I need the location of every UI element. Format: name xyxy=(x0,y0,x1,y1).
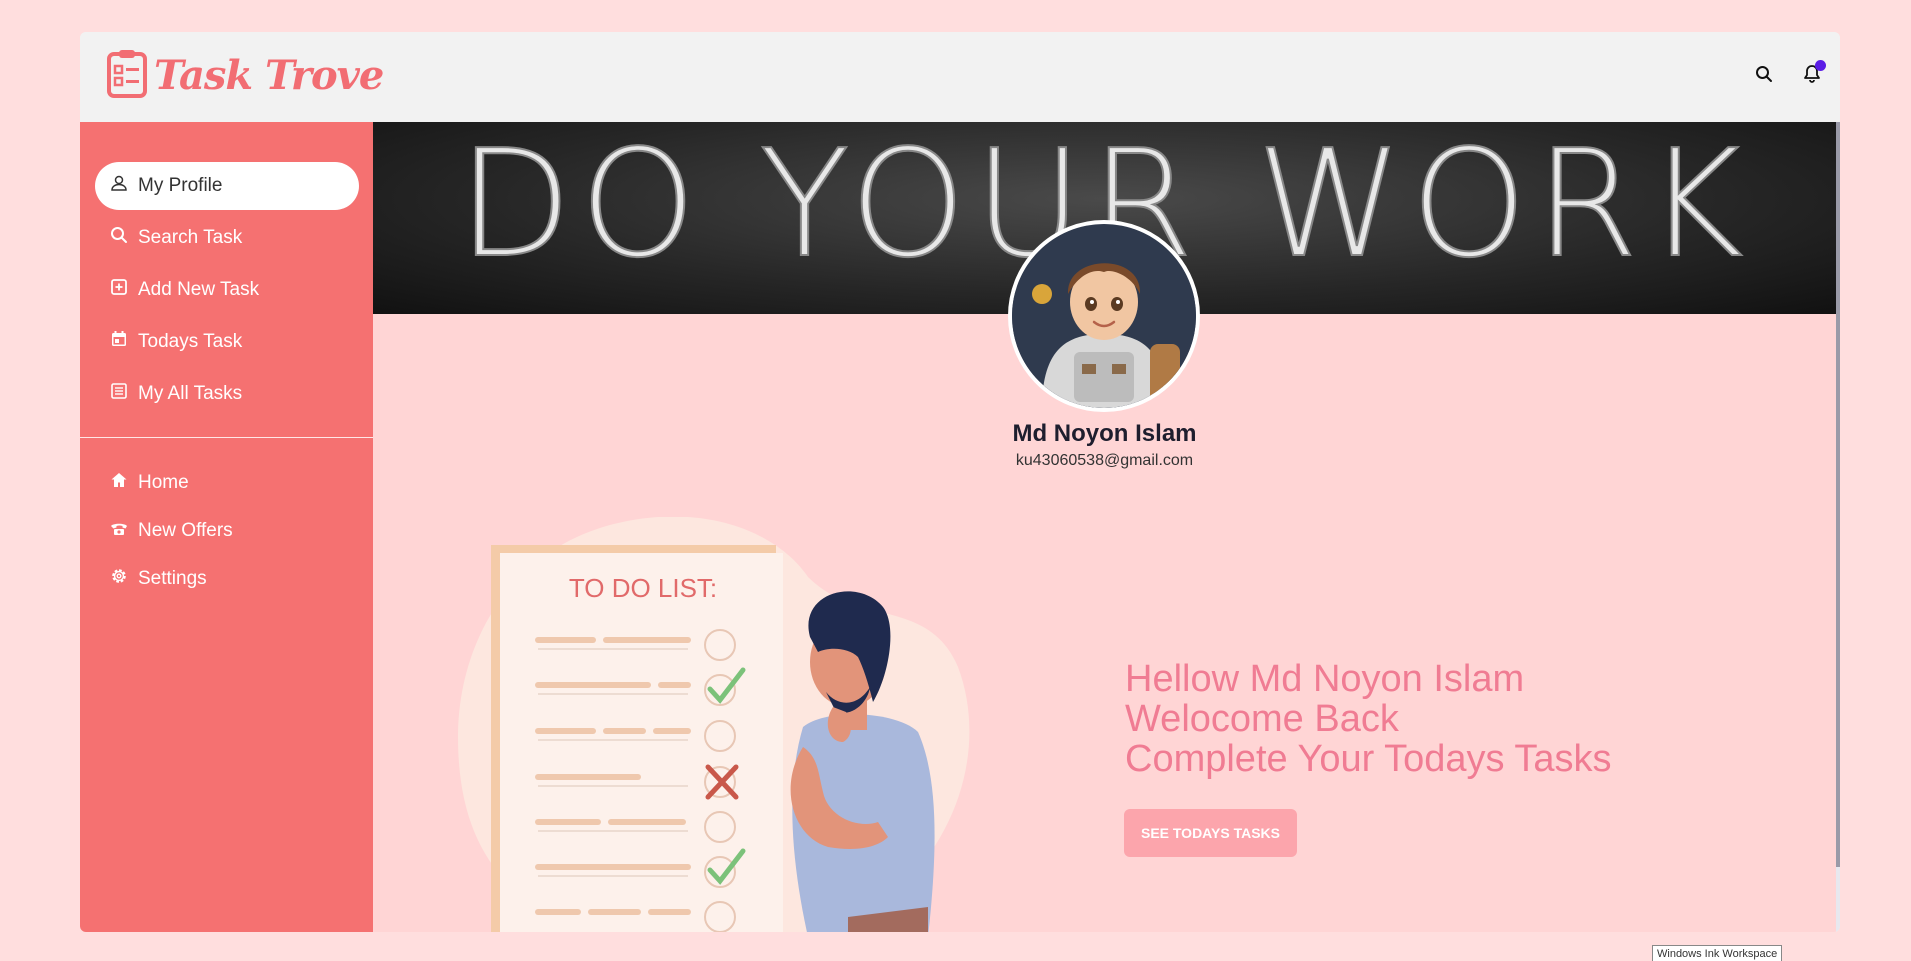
sidebar-item-new-offers[interactable]: New Offers xyxy=(95,507,359,555)
logo[interactable]: Task Trove xyxy=(106,48,384,103)
search-icon xyxy=(1755,65,1773,88)
notification-button[interactable] xyxy=(1798,56,1826,96)
home-icon xyxy=(110,471,128,495)
header-search-button[interactable] xyxy=(1750,56,1778,96)
sidebar-item-my-all-tasks[interactable]: My All Tasks xyxy=(95,370,359,418)
todo-list-illustration: TO DO LIST: xyxy=(458,516,1058,932)
profile-name: Md Noyon Islam xyxy=(1012,420,1197,447)
welcome-line-2: Welocome Back xyxy=(1125,698,1399,740)
calendar-icon xyxy=(110,330,128,354)
plus-square-icon xyxy=(110,278,128,302)
notification-dot xyxy=(1815,60,1826,71)
profile-avatar xyxy=(1008,220,1200,412)
welcome-message: Hellow Md Noyon Islam Welocome Back Comp… xyxy=(1125,659,1612,779)
todo-list-title: TO DO LIST: xyxy=(569,573,717,603)
sidebar-item-settings[interactable]: Settings xyxy=(95,555,359,603)
sidebar-item-label: My All Tasks xyxy=(138,383,243,404)
user-icon xyxy=(110,174,128,198)
sidebar-item-add-new-task[interactable]: Add New Task xyxy=(95,266,359,314)
list-icon xyxy=(110,382,128,406)
app-window: Task Trove My Profile Search Task Add Ne… xyxy=(80,32,1840,932)
sidebar: My Profile Search Task Add New Task Toda… xyxy=(80,122,373,932)
search-icon xyxy=(110,226,128,250)
sidebar-item-label: New Offers xyxy=(138,520,233,541)
sidebar-item-label: Home xyxy=(138,472,189,493)
profile-email: ku43060538@gmail.com xyxy=(1015,452,1194,469)
phone-icon xyxy=(110,519,128,543)
gear-icon xyxy=(110,567,128,591)
sidebar-item-home[interactable]: Home xyxy=(95,459,359,507)
sidebar-item-label: Search Task xyxy=(138,227,243,248)
sidebar-item-label: My Profile xyxy=(138,175,223,196)
sidebar-item-label: Todays Task xyxy=(138,331,243,352)
scrollbar[interactable] xyxy=(1836,122,1840,932)
windows-ink-tooltip: Windows Ink Workspace xyxy=(1652,945,1783,961)
logo-text: Task Trove xyxy=(154,52,384,99)
welcome-line-1: Hellow Md Noyon Islam xyxy=(1125,658,1525,700)
sidebar-item-my-profile[interactable]: My Profile xyxy=(95,162,359,210)
sidebar-item-label: Add New Task xyxy=(138,279,260,300)
clipboard-logo-icon xyxy=(106,48,148,103)
sidebar-item-label: Settings xyxy=(138,568,207,589)
welcome-line-3: Complete Your Todays Tasks xyxy=(1125,738,1612,780)
top-bar: Task Trove xyxy=(80,32,1840,122)
see-todays-tasks-button[interactable]: SEE TODAYS TASKS xyxy=(1124,809,1297,857)
sidebar-item-search-task[interactable]: Search Task xyxy=(95,214,359,262)
sidebar-divider xyxy=(80,437,373,438)
sidebar-item-todays-task[interactable]: Todays Task xyxy=(95,318,359,366)
main-content: DO YOUR WORK Md Noyon Islam ku43060538@g… xyxy=(373,122,1836,932)
scrollbar-thumb[interactable] xyxy=(1836,122,1840,867)
